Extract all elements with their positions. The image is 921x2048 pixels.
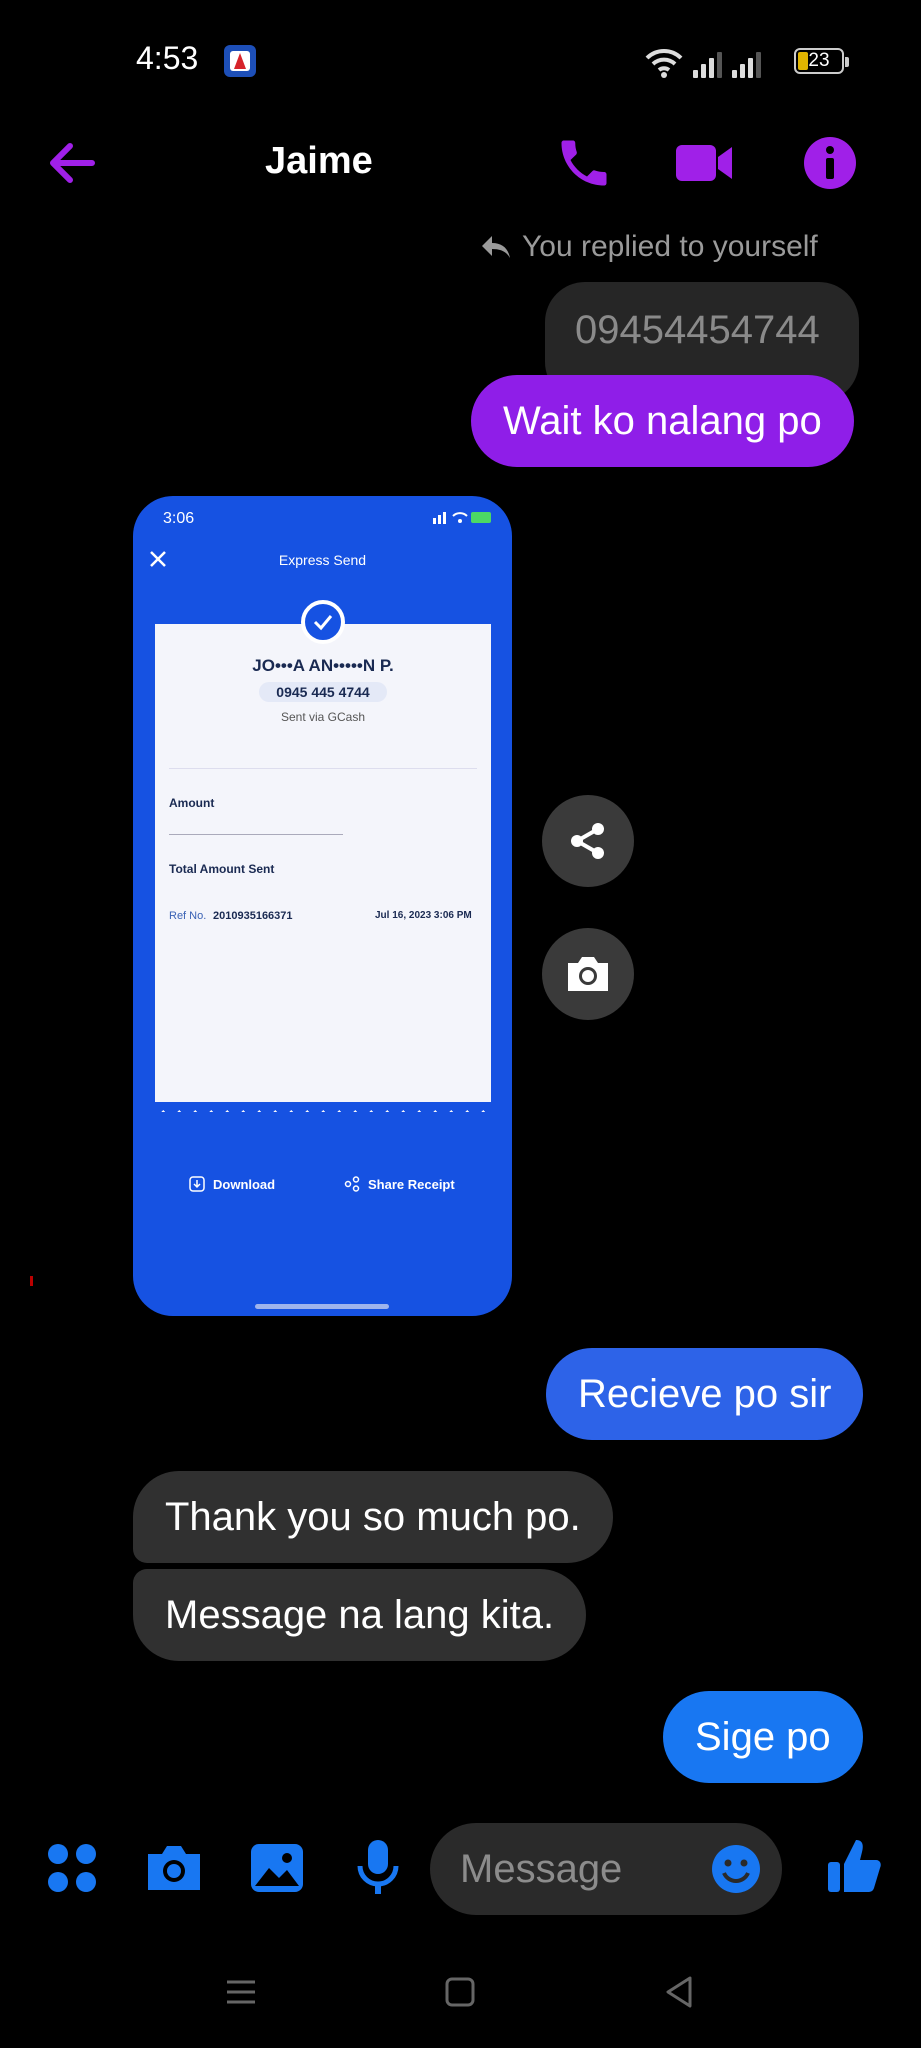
emoji-icon[interactable] (710, 1843, 762, 1895)
camera-icon[interactable] (144, 1842, 204, 1894)
receipt-title: Express Send (278, 552, 367, 568)
app-notification-icon (224, 45, 256, 77)
reply-note: You replied to yourself (480, 230, 818, 264)
receipt-date: Jul 16, 2023 3:06 PM (375, 910, 472, 921)
receipt-status-icons (433, 510, 493, 531)
receipt-zigzag-edge (155, 1102, 491, 1124)
recipient-name: JO•••A AN•••••N P. (252, 656, 394, 675)
divider (169, 768, 477, 769)
reply-note-text: You replied to yourself (522, 230, 818, 263)
back-button[interactable] (650, 1962, 710, 2022)
ref-number: 2010935166371 (213, 910, 293, 922)
info-icon[interactable] (800, 133, 860, 193)
signal-icon (693, 50, 722, 78)
receipt-time: 3:06 (163, 510, 195, 527)
home-indicator (255, 1304, 389, 1309)
reply-icon (482, 236, 510, 258)
message-bubble-sent[interactable]: Sige po (663, 1691, 863, 1783)
share-button[interactable] (542, 795, 634, 887)
divider (169, 834, 343, 835)
share-receipt-label: Share Receipt (368, 1176, 455, 1192)
message-bubble-received[interactable]: Message na lang kita. (133, 1569, 587, 1661)
check-icon (301, 600, 345, 644)
download-icon (189, 1176, 205, 1192)
amount-label: Amount (169, 796, 215, 810)
signal-icon-2 (732, 50, 761, 78)
download-label: Download (213, 1176, 276, 1192)
receipt-card: JO•••A AN•••••N P. 0945 445 4744 Sent vi… (155, 624, 491, 1112)
apps-menu-icon[interactable] (46, 1842, 98, 1894)
sent-via: Sent via GCash (280, 710, 366, 724)
share-icon (571, 823, 604, 859)
message-bubble-received[interactable]: Thank you so much po. (133, 1471, 613, 1563)
back-arrow-icon[interactable] (42, 133, 102, 193)
camera-button[interactable] (542, 928, 634, 1020)
microphone-icon[interactable] (356, 1838, 400, 1898)
phone-call-icon[interactable] (554, 133, 614, 193)
ref-label: Ref No. (169, 910, 207, 922)
message-input-box[interactable] (430, 1823, 782, 1915)
share-receipt-button: Share Receipt (344, 1176, 455, 1192)
message-bubble-sent[interactable]: Wait ko nalang po (471, 375, 854, 467)
battery-icon: 23 (794, 48, 849, 74)
receipt-image[interactable]: 3:06 Express Send JO•••A AN•••••N P. 094… (133, 496, 512, 1316)
download-button: Download (189, 1176, 275, 1192)
recent-apps-button[interactable] (211, 1962, 271, 2022)
like-thumbs-up-icon[interactable] (826, 1836, 882, 1896)
home-button[interactable] (430, 1962, 490, 2022)
message-input[interactable] (460, 1845, 710, 1893)
video-call-icon[interactable] (672, 133, 732, 193)
camera-icon (568, 957, 608, 991)
message-bubble-sent[interactable]: Recieve po sir (546, 1348, 864, 1440)
gallery-icon[interactable] (249, 1842, 305, 1894)
wifi-icon (645, 48, 683, 78)
contact-name[interactable]: Jaime (265, 140, 373, 183)
total-label: Total Amount Sent (169, 862, 275, 876)
scroll-marker (30, 1276, 33, 1286)
status-time: 4:53 (136, 40, 199, 76)
status-icons (645, 44, 761, 78)
share-icon (344, 1176, 360, 1192)
recipient-number: 0945 445 4744 (259, 682, 387, 702)
